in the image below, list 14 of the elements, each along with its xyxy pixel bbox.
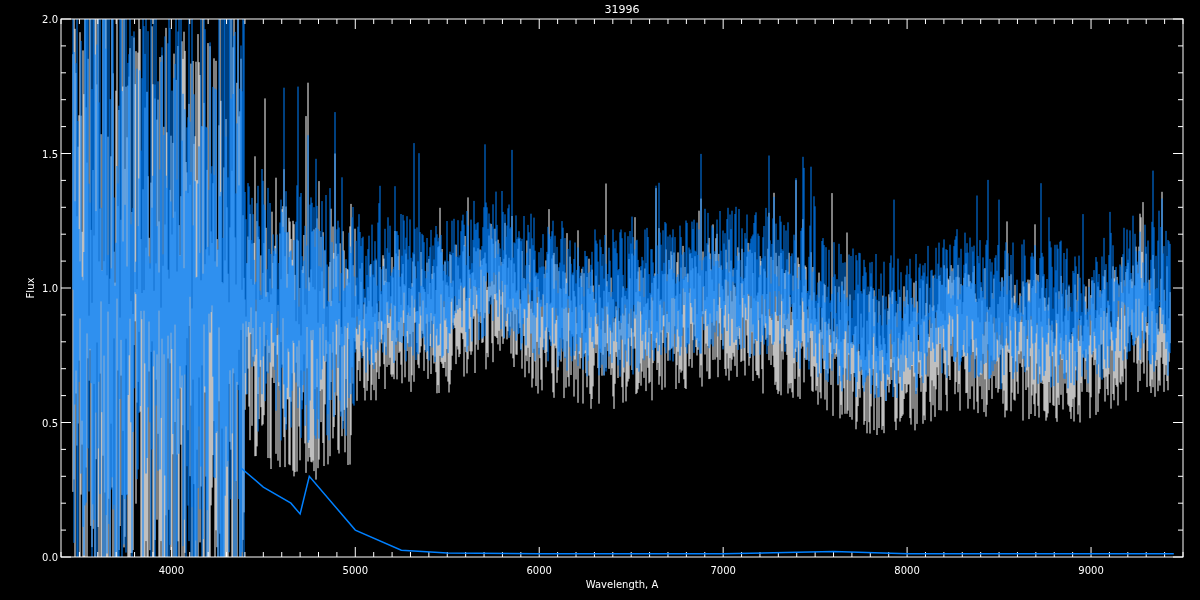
tick-label: 1.0 xyxy=(42,283,58,294)
axis-label: Flux xyxy=(25,277,36,299)
tick-label: 0.5 xyxy=(42,417,58,429)
tick-label: 1.5 xyxy=(42,148,58,160)
tick-label: 8000 xyxy=(894,565,920,576)
tick-label: 7000 xyxy=(710,565,736,576)
tick-label: 0.0 xyxy=(42,552,58,563)
tick-label: 2.0 xyxy=(42,14,58,25)
tick-label: 6000 xyxy=(526,565,552,576)
tick-label: 9000 xyxy=(1078,565,1104,576)
tick-label: 5000 xyxy=(342,565,368,576)
tick-label: 4000 xyxy=(158,565,185,576)
chart-title: 31996 xyxy=(604,3,640,16)
axis-label: Wavelength, A xyxy=(585,579,659,590)
